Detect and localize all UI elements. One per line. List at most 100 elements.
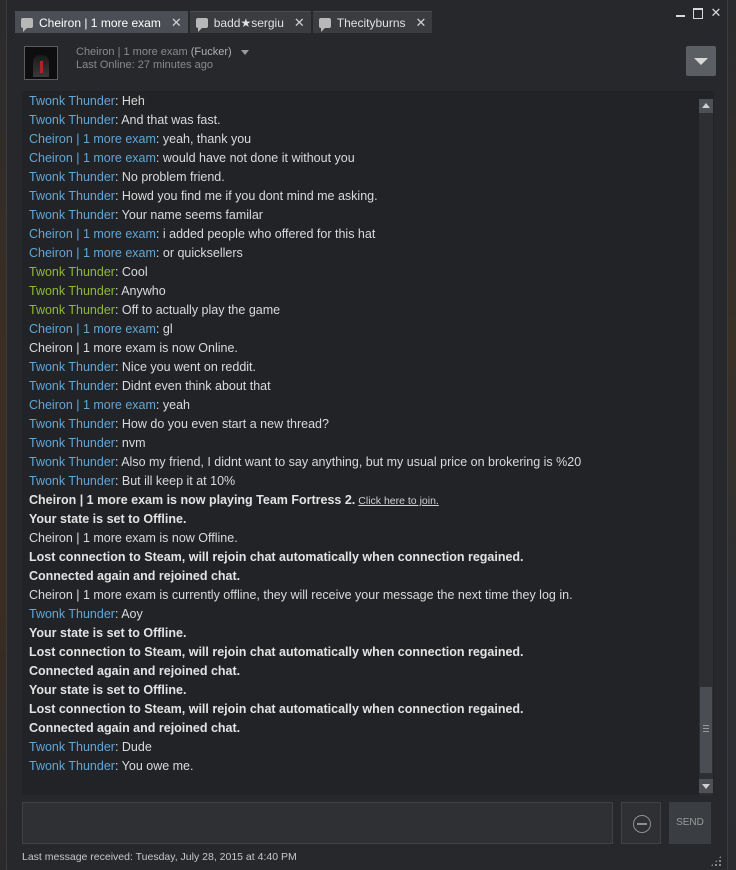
chat-message: Twonk Thunder: Also my friend, I didnt w… [29,455,582,469]
system-message: Connected again and rejoined chat. [29,567,699,586]
chat-message: Twonk Thunder: Nice you went on reddit. [29,360,256,374]
message-sender[interactable]: Twonk Thunder [29,759,115,773]
scroll-down-icon[interactable] [699,779,713,793]
chat-history[interactable]: Twonk Thunder: Heh Twonk Thunder: And tha… [22,91,714,795]
message-text: Cheiron | 1 more exam is now Online. [29,341,238,355]
message-text: No problem friend. [121,170,225,184]
message-sender[interactable]: Twonk Thunder [29,284,115,298]
message-text: Off to actually play the game [121,303,281,317]
message-text: Your state is set to Offline. [29,626,187,640]
chat-bubble-icon [21,17,33,32]
message-input[interactable] [22,802,613,844]
message-text: Cheiron | 1 more exam is now Offline. [29,531,238,545]
last-online: Last Online: 27 minutes ago [76,59,213,71]
chat-message: Cheiron | 1 more exam: yeah [29,398,190,412]
chat-message: Twonk Thunder: But ill keep it at 10% [29,474,236,488]
close-icon[interactable]: ✕ [171,15,182,31]
close-icon[interactable]: ✕ [416,15,427,31]
message-sender[interactable]: Twonk Thunder [29,417,115,431]
scrollbar[interactable] [699,99,713,795]
chat-message: Cheiron | 1 more exam: would have not do… [29,151,355,165]
message-sender[interactable]: Cheiron | 1 more exam [29,151,156,165]
message-sender[interactable]: Twonk Thunder [29,360,115,374]
chat-message: Twonk Thunder: Howd you find me if you d… [29,189,378,203]
resize-grip-icon[interactable] [710,855,722,867]
tab-thecityburns[interactable]: Thecityburns ✕ [312,11,433,33]
message-text: And that was fast. [121,113,221,127]
message-text: Your name seems familar [121,208,263,222]
message-sender[interactable]: Twonk Thunder [29,455,115,469]
emoticon-icon [633,815,651,833]
chat-message: Cheiron | 1 more exam: or quicksellers [29,246,243,260]
window-close-icon[interactable]: ✕ [707,4,725,22]
close-icon[interactable]: ✕ [294,15,305,31]
message-sender[interactable]: Twonk Thunder [29,189,115,203]
chat-window: Cheiron | 1 more exam ✕ badd★sergiu ✕ Th… [6,0,728,870]
minimize-icon[interactable] [671,4,689,22]
system-message: Your state is set to Offline. [29,624,699,643]
chat-message: Twonk Thunder: No problem friend. [29,170,225,184]
message-sender[interactable]: Twonk Thunder [29,436,115,450]
message-sender[interactable]: Twonk Thunder [29,265,115,279]
chat-message: Twonk Thunder: Your name seems familar [29,208,263,222]
chat-message: Twonk Thunder: Anywho [29,284,166,298]
message-sender[interactable]: Cheiron | 1 more exam [29,132,156,146]
message-sender[interactable]: Twonk Thunder [29,740,115,754]
chat-message: Twonk Thunder: And that was fast. [29,113,221,127]
message-text: You owe me. [121,759,194,773]
system-message: Your state is set to Offline. [29,510,699,529]
system-message: Lost connection to Steam, will rejoin ch… [29,548,699,567]
message-text: would have not done it without you [162,151,355,165]
chat-message: Twonk Thunder: Cool [29,265,148,279]
message-text: or quicksellers [162,246,243,260]
message-sender[interactable]: Twonk Thunder [29,379,115,393]
scroll-up-icon[interactable] [699,99,713,113]
message-sender[interactable]: Cheiron | 1 more exam [29,246,156,260]
message-sender[interactable]: Cheiron | 1 more exam [29,398,156,412]
message-text: Nice you went on reddit. [121,360,256,374]
friend-header: Cheiron | 1 more exam (Fucker) Last Onli… [24,46,716,82]
message-sender[interactable]: Twonk Thunder [29,607,115,621]
message-text: Didnt even think about that [121,379,271,393]
avatar[interactable] [24,46,58,80]
tab-label: badd★sergiu [213,15,284,30]
emoticon-button[interactable] [621,802,661,844]
maximize-icon[interactable] [689,4,707,22]
message-text: Connected again and rejoined chat. [29,721,241,735]
message-text: Lost connection to Steam, will rejoin ch… [29,550,524,564]
message-text: nvm [121,436,146,450]
chat-message: Twonk Thunder: nvm [29,436,146,450]
message-text: Cheiron | 1 more exam is currently offli… [29,588,573,602]
join-game-link[interactable]: Click here to join. [358,495,439,507]
scrollbar-thumb[interactable] [700,687,712,773]
status-message: Cheiron | 1 more exam is currently offli… [29,586,699,605]
message-text: Aoy [121,607,143,621]
message-sender[interactable]: Twonk Thunder [29,303,115,317]
message-sender[interactable]: Cheiron | 1 more exam [29,227,156,241]
message-text: Also my friend, I didnt want to say anyt… [121,455,582,469]
tab-label: Thecityburns [336,15,406,30]
tab-bar: Cheiron | 1 more exam ✕ badd★sergiu ✕ Th… [15,11,434,33]
tab-cheiron[interactable]: Cheiron | 1 more exam ✕ [15,11,188,33]
window-controls: ✕ [671,4,725,22]
system-message: Lost connection to Steam, will rejoin ch… [29,700,699,719]
system-message: Cheiron | 1 more exam is now playing Tea… [29,491,699,510]
tab-badd-sergiu[interactable]: badd★sergiu ✕ [189,11,311,33]
message-text: Connected again and rejoined chat. [29,664,241,678]
message-text: How do you even start a new thread? [121,417,329,431]
options-dropdown-button[interactable] [686,46,716,76]
send-button[interactable]: SEND [669,802,711,844]
chat-bubble-icon [195,17,208,32]
friend-name[interactable]: Cheiron | 1 more exam (Fucker) [76,46,249,58]
chat-message: Cheiron | 1 more exam: yeah, thank you [29,132,252,146]
message-sender[interactable]: Twonk Thunder [29,170,115,184]
message-sender[interactable]: Twonk Thunder [29,94,115,108]
message-sender[interactable]: Twonk Thunder [29,474,115,488]
system-message: Connected again and rejoined chat. [29,662,699,681]
last-message-status: Last message received: Tuesday, July 28,… [22,851,297,863]
chat-message: Twonk Thunder: You owe me. [29,759,194,773]
message-sender[interactable]: Twonk Thunder [29,208,115,222]
message-sender[interactable]: Cheiron | 1 more exam [29,322,156,336]
message-sender[interactable]: Twonk Thunder [29,113,115,127]
message-text: Cheiron | 1 more exam is now playing Tea… [29,493,356,507]
